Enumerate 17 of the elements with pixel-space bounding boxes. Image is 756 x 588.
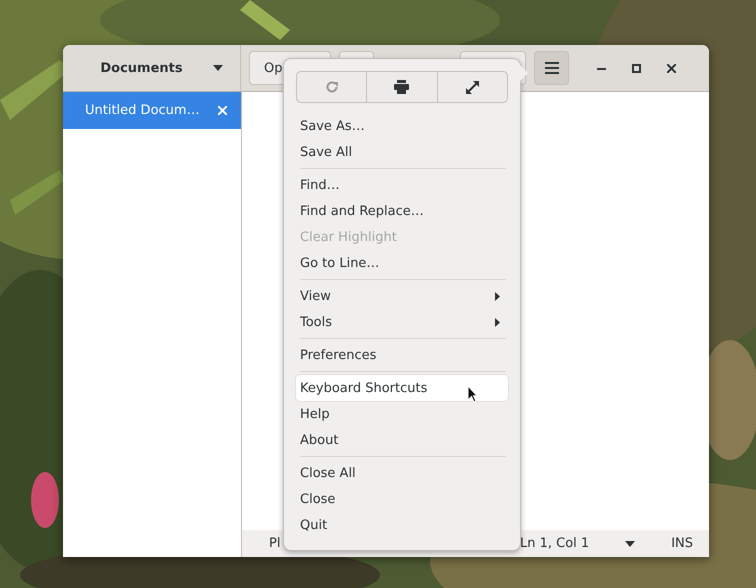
menu-item-label: About: [300, 432, 338, 448]
menu-item-label: Find…: [300, 178, 340, 192]
menu-item-label: View: [300, 288, 331, 304]
menu-item-label: Find and Replace…: [300, 204, 424, 218]
menu-item-label: Save As…: [300, 118, 365, 134]
menu-item-label: Close All: [300, 466, 356, 480]
document-title: Untitled Docum…: [85, 103, 200, 118]
menu-item-label: Save All: [300, 144, 352, 160]
menu-item-label: Go to Line…: [300, 256, 380, 270]
menu-item-label: Tools: [300, 314, 332, 330]
menu-item-label: Help: [300, 406, 330, 422]
documents-title: Documents: [100, 60, 183, 76]
menu-item-label: Clear Highlight: [300, 230, 397, 244]
menu-item-label: Close: [300, 492, 336, 506]
menu-item-label: Quit: [300, 518, 328, 532]
menu-item-label: Preferences: [300, 348, 376, 362]
menu-item-label: Keyboard Shortcuts: [300, 380, 428, 396]
